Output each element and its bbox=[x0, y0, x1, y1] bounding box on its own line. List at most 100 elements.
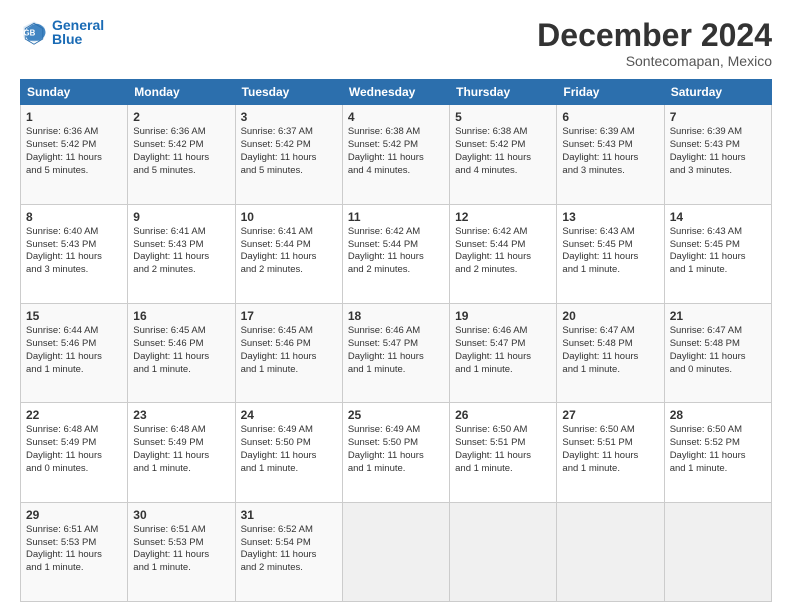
calendar-table: SundayMondayTuesdayWednesdayThursdayFrid… bbox=[20, 79, 772, 602]
week-row-4: 22Sunrise: 6:48 AMSunset: 5:49 PMDayligh… bbox=[21, 403, 772, 502]
logo: GB General Blue bbox=[20, 18, 104, 46]
cell-line: and 1 minute. bbox=[562, 264, 658, 277]
day-number: 5 bbox=[455, 109, 551, 125]
cell-line: and 2 minutes. bbox=[241, 264, 337, 277]
subtitle: Sontecomapan, Mexico bbox=[537, 53, 772, 69]
day-header-friday: Friday bbox=[557, 80, 664, 105]
calendar-cell: 5Sunrise: 6:38 AMSunset: 5:42 PMDaylight… bbox=[450, 105, 557, 204]
cell-line: Daylight: 11 hours bbox=[455, 251, 551, 264]
cell-line: and 1 minute. bbox=[562, 364, 658, 377]
cell-line: Sunrise: 6:44 AM bbox=[26, 325, 122, 338]
cell-line: Daylight: 11 hours bbox=[562, 251, 658, 264]
week-row-5: 29Sunrise: 6:51 AMSunset: 5:53 PMDayligh… bbox=[21, 502, 772, 601]
day-number: 30 bbox=[133, 507, 229, 523]
cell-line: Daylight: 11 hours bbox=[133, 549, 229, 562]
day-header-tuesday: Tuesday bbox=[235, 80, 342, 105]
cell-line: and 4 minutes. bbox=[455, 165, 551, 178]
day-number: 4 bbox=[348, 109, 444, 125]
calendar-header-row: SundayMondayTuesdayWednesdayThursdayFrid… bbox=[21, 80, 772, 105]
day-number: 16 bbox=[133, 308, 229, 324]
calendar-cell: 25Sunrise: 6:49 AMSunset: 5:50 PMDayligh… bbox=[342, 403, 449, 502]
cell-line: Sunrise: 6:39 AM bbox=[670, 126, 766, 139]
day-header-monday: Monday bbox=[128, 80, 235, 105]
svg-text:GB: GB bbox=[24, 29, 36, 38]
cell-line: Sunset: 5:50 PM bbox=[348, 437, 444, 450]
cell-line: and 0 minutes. bbox=[670, 364, 766, 377]
calendar-cell bbox=[342, 502, 449, 601]
cell-line: and 5 minutes. bbox=[133, 165, 229, 178]
calendar-cell: 6Sunrise: 6:39 AMSunset: 5:43 PMDaylight… bbox=[557, 105, 664, 204]
cell-line: Daylight: 11 hours bbox=[241, 152, 337, 165]
cell-line: Sunset: 5:44 PM bbox=[241, 239, 337, 252]
cell-line: Daylight: 11 hours bbox=[241, 549, 337, 562]
calendar-cell: 19Sunrise: 6:46 AMSunset: 5:47 PMDayligh… bbox=[450, 303, 557, 402]
cell-line: Sunrise: 6:41 AM bbox=[133, 226, 229, 239]
cell-line: Sunset: 5:42 PM bbox=[26, 139, 122, 152]
cell-line: and 5 minutes. bbox=[26, 165, 122, 178]
cell-line: Daylight: 11 hours bbox=[670, 351, 766, 364]
cell-line: Daylight: 11 hours bbox=[133, 251, 229, 264]
main-title: December 2024 bbox=[537, 18, 772, 53]
cell-line: Sunrise: 6:46 AM bbox=[348, 325, 444, 338]
cell-line: and 1 minute. bbox=[241, 463, 337, 476]
calendar-cell: 11Sunrise: 6:42 AMSunset: 5:44 PMDayligh… bbox=[342, 204, 449, 303]
cell-line: Sunset: 5:44 PM bbox=[348, 239, 444, 252]
cell-line: and 3 minutes. bbox=[670, 165, 766, 178]
calendar-cell: 12Sunrise: 6:42 AMSunset: 5:44 PMDayligh… bbox=[450, 204, 557, 303]
cell-line: Sunrise: 6:50 AM bbox=[455, 424, 551, 437]
day-number: 9 bbox=[133, 209, 229, 225]
day-number: 2 bbox=[133, 109, 229, 125]
cell-line: Sunrise: 6:38 AM bbox=[348, 126, 444, 139]
cell-line: Daylight: 11 hours bbox=[348, 351, 444, 364]
cell-line: Daylight: 11 hours bbox=[133, 450, 229, 463]
cell-line: Daylight: 11 hours bbox=[26, 251, 122, 264]
cell-line: and 1 minute. bbox=[348, 463, 444, 476]
calendar-cell: 31Sunrise: 6:52 AMSunset: 5:54 PMDayligh… bbox=[235, 502, 342, 601]
cell-line: Sunrise: 6:52 AM bbox=[241, 524, 337, 537]
calendar-cell: 26Sunrise: 6:50 AMSunset: 5:51 PMDayligh… bbox=[450, 403, 557, 502]
cell-line: Sunset: 5:45 PM bbox=[670, 239, 766, 252]
cell-line: Sunrise: 6:48 AM bbox=[26, 424, 122, 437]
day-number: 17 bbox=[241, 308, 337, 324]
cell-line: Sunrise: 6:39 AM bbox=[562, 126, 658, 139]
day-number: 18 bbox=[348, 308, 444, 324]
day-number: 22 bbox=[26, 407, 122, 423]
cell-line: Daylight: 11 hours bbox=[241, 251, 337, 264]
calendar-cell: 1Sunrise: 6:36 AMSunset: 5:42 PMDaylight… bbox=[21, 105, 128, 204]
day-number: 15 bbox=[26, 308, 122, 324]
day-number: 8 bbox=[26, 209, 122, 225]
day-number: 1 bbox=[26, 109, 122, 125]
calendar-cell: 4Sunrise: 6:38 AMSunset: 5:42 PMDaylight… bbox=[342, 105, 449, 204]
cell-line: Sunset: 5:47 PM bbox=[348, 338, 444, 351]
cell-line: Daylight: 11 hours bbox=[670, 152, 766, 165]
cell-line: and 0 minutes. bbox=[26, 463, 122, 476]
cell-line: Daylight: 11 hours bbox=[348, 251, 444, 264]
calendar-cell: 10Sunrise: 6:41 AMSunset: 5:44 PMDayligh… bbox=[235, 204, 342, 303]
cell-line: Sunset: 5:43 PM bbox=[562, 139, 658, 152]
calendar-cell: 24Sunrise: 6:49 AMSunset: 5:50 PMDayligh… bbox=[235, 403, 342, 502]
calendar-cell: 27Sunrise: 6:50 AMSunset: 5:51 PMDayligh… bbox=[557, 403, 664, 502]
day-number: 29 bbox=[26, 507, 122, 523]
calendar-cell: 7Sunrise: 6:39 AMSunset: 5:43 PMDaylight… bbox=[664, 105, 771, 204]
cell-line: and 1 minute. bbox=[455, 364, 551, 377]
day-number: 11 bbox=[348, 209, 444, 225]
calendar-cell: 9Sunrise: 6:41 AMSunset: 5:43 PMDaylight… bbox=[128, 204, 235, 303]
cell-line: Daylight: 11 hours bbox=[26, 450, 122, 463]
cell-line: Daylight: 11 hours bbox=[455, 351, 551, 364]
cell-line: Sunset: 5:42 PM bbox=[241, 139, 337, 152]
calendar-cell: 18Sunrise: 6:46 AMSunset: 5:47 PMDayligh… bbox=[342, 303, 449, 402]
calendar-cell: 22Sunrise: 6:48 AMSunset: 5:49 PMDayligh… bbox=[21, 403, 128, 502]
cell-line: Sunrise: 6:43 AM bbox=[670, 226, 766, 239]
cell-line: Daylight: 11 hours bbox=[133, 152, 229, 165]
calendar-cell: 28Sunrise: 6:50 AMSunset: 5:52 PMDayligh… bbox=[664, 403, 771, 502]
cell-line: Sunset: 5:47 PM bbox=[455, 338, 551, 351]
cell-line: Sunset: 5:43 PM bbox=[26, 239, 122, 252]
day-number: 13 bbox=[562, 209, 658, 225]
day-number: 24 bbox=[241, 407, 337, 423]
day-number: 19 bbox=[455, 308, 551, 324]
cell-line: Sunset: 5:42 PM bbox=[348, 139, 444, 152]
calendar-cell: 3Sunrise: 6:37 AMSunset: 5:42 PMDaylight… bbox=[235, 105, 342, 204]
cell-line: Sunrise: 6:45 AM bbox=[133, 325, 229, 338]
day-number: 20 bbox=[562, 308, 658, 324]
cell-line: Sunset: 5:51 PM bbox=[562, 437, 658, 450]
